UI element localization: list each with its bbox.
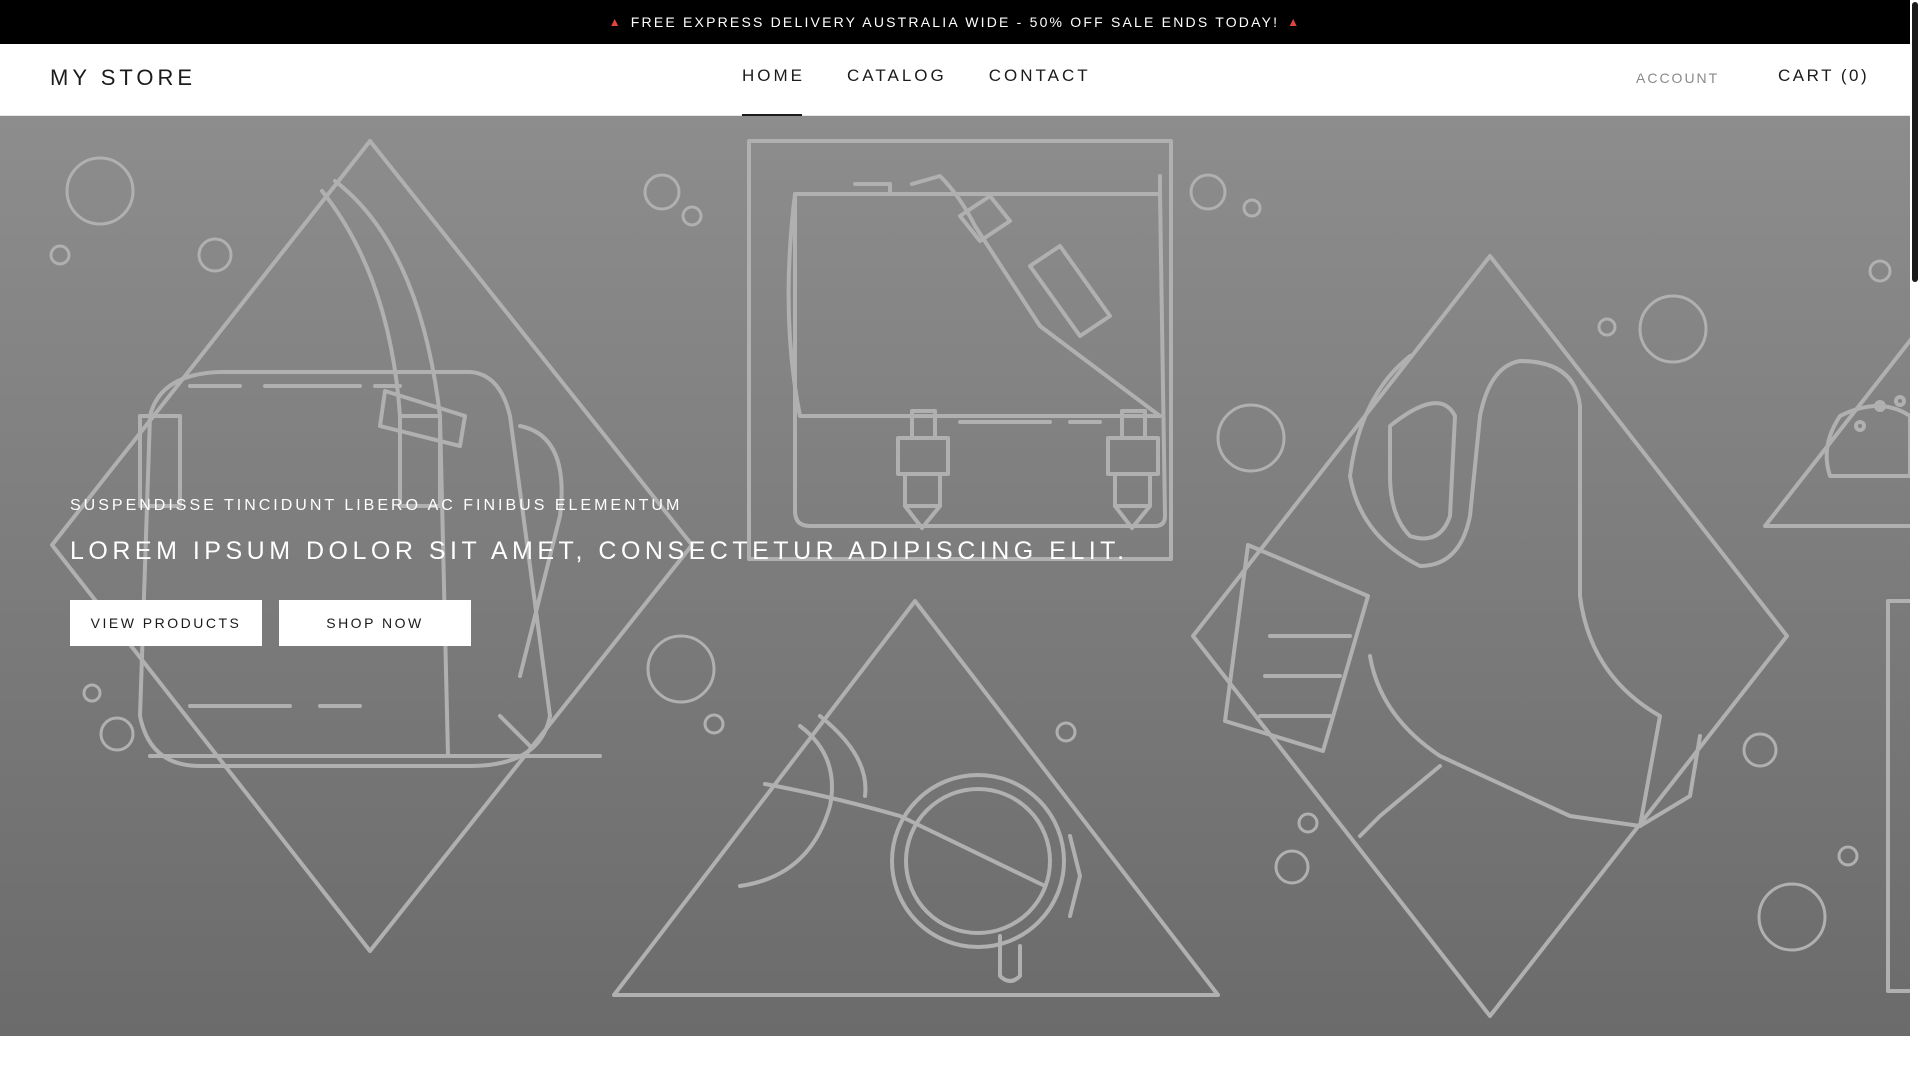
view-products-button[interactable]: VIEW PRODUCTS: [70, 600, 262, 646]
siren-icon: ▲: [1287, 15, 1302, 29]
account-link[interactable]: ACCOUNT: [1636, 70, 1719, 86]
site-header: MY STORE HOME CATALOG CONTACT ACCOUNT CA…: [0, 44, 1910, 116]
store-logo[interactable]: MY STORE: [50, 65, 196, 91]
nav-home[interactable]: HOME: [742, 44, 805, 116]
sunglasses-illustration: [612, 599, 1220, 997]
page-scrollbar[interactable]: [1910, 0, 1920, 1080]
sneaker-illustration: [1763, 337, 1910, 993]
cart-link[interactable]: CART (0): [1778, 66, 1869, 86]
scrollbar-thumb[interactable]: [1912, 2, 1918, 282]
main-nav: HOME CATALOG CONTACT: [742, 44, 1133, 116]
hero-subtitle: SUSPENDISSE TINCIDUNT LIBERO AC FINIBUS …: [70, 497, 683, 514]
hero-title: LOREM IPSUM DOLOR SIT AMET, CONSECTETUR …: [70, 537, 1129, 565]
high-heel-shoe-illustration: [1191, 254, 1789, 1018]
announcement-bar: ▲ FREE EXPRESS DELIVERY AUSTRALIA WIDE -…: [0, 0, 1910, 44]
shop-now-button[interactable]: SHOP NOW: [279, 600, 471, 646]
hero-content: SUSPENDISSE TINCIDUNT LIBERO AC FINIBUS …: [70, 497, 1129, 646]
hero-buttons: VIEW PRODUCTS SHOP NOW: [70, 600, 1129, 646]
hero-banner: SUSPENDISSE TINCIDUNT LIBERO AC FINIBUS …: [0, 116, 1910, 1036]
siren-icon: ▲: [608, 15, 623, 29]
announcement-text: FREE EXPRESS DELIVERY AUSTRALIA WIDE - 5…: [630, 14, 1280, 30]
nav-contact[interactable]: CONTACT: [989, 44, 1091, 116]
nav-catalog[interactable]: CATALOG: [847, 44, 947, 116]
